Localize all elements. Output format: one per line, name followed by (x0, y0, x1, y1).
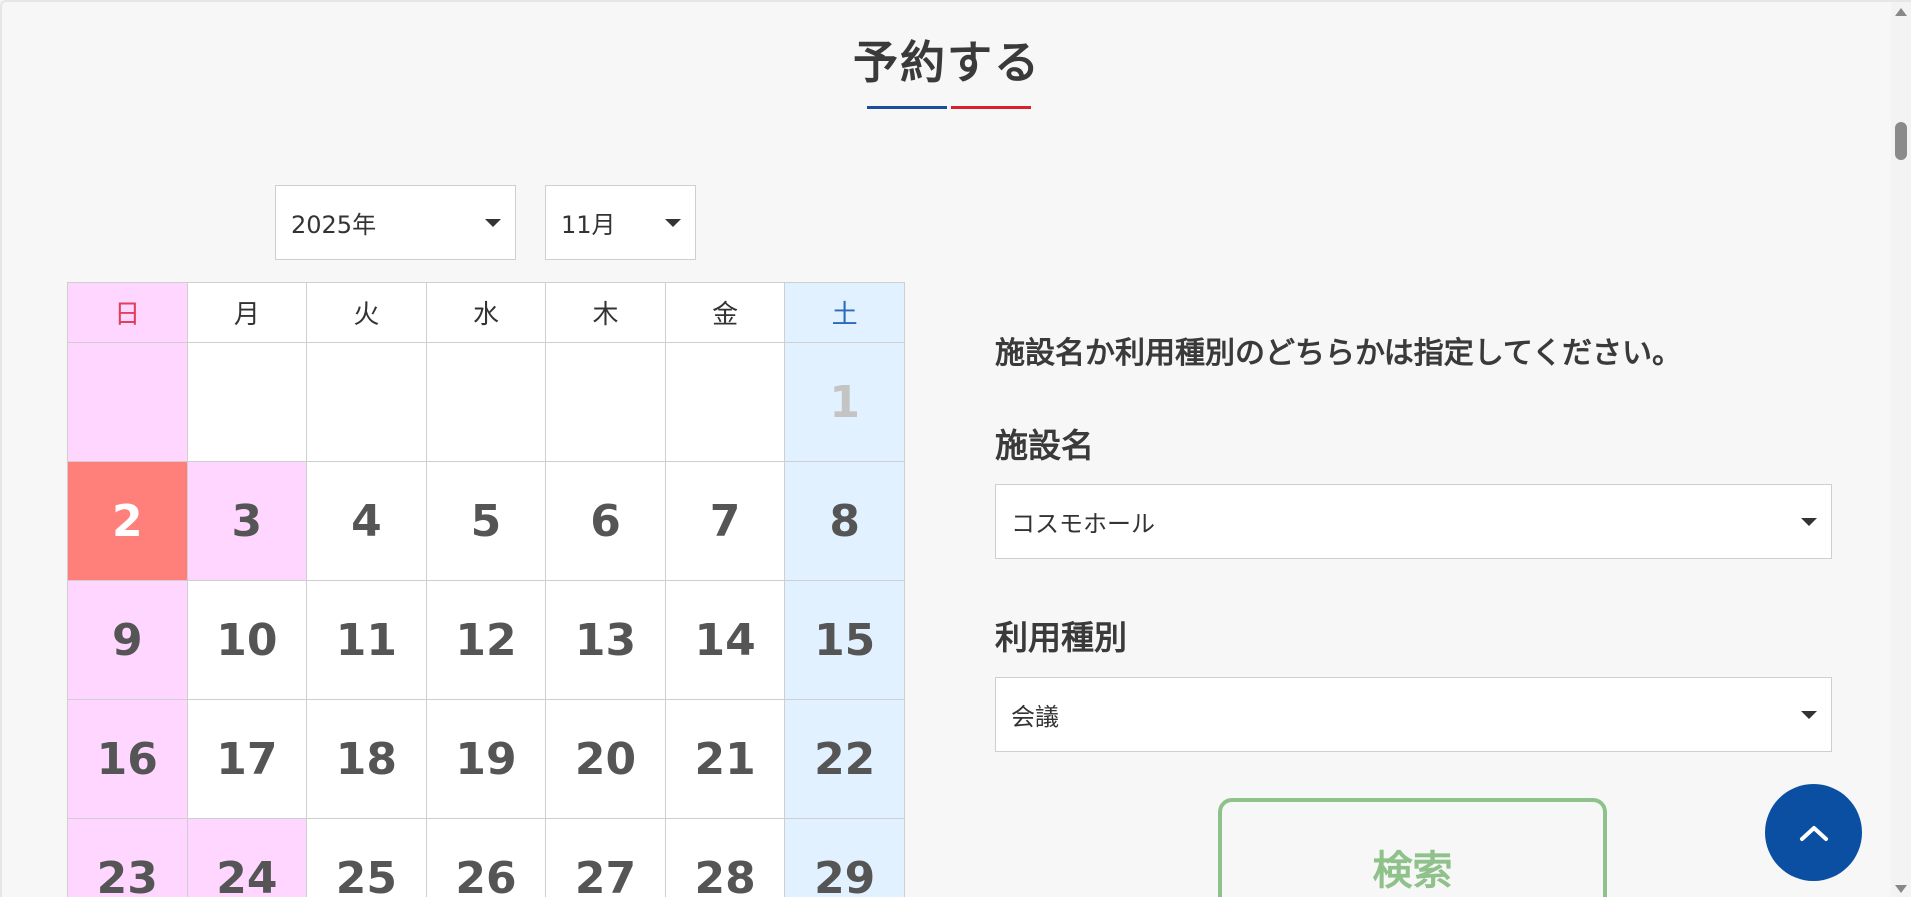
scrollbar-thumb[interactable] (1895, 122, 1907, 160)
calendar-day[interactable]: 25 (306, 818, 427, 897)
calendar-day (67, 342, 188, 462)
scroll-up-icon[interactable] (1895, 8, 1907, 16)
usage-select-value: 会議 (1011, 703, 1059, 731)
calendar-day[interactable]: 5 (425, 461, 547, 581)
search-note: 施設名か利用種別のどちらかは指定してください。 (995, 336, 1682, 371)
weekday-header: 火 (306, 282, 427, 343)
month-select[interactable]: 11月 (545, 185, 696, 260)
calendar-day[interactable]: 26 (425, 818, 547, 897)
year-select[interactable]: 2025年 (275, 185, 516, 260)
calendar-day[interactable]: 29 (784, 818, 905, 897)
back-to-top-button[interactable] (1765, 784, 1862, 881)
calendar-day[interactable]: 14 (664, 580, 786, 700)
title-underline (867, 106, 1033, 110)
weekday-header: 月 (186, 282, 308, 343)
calendar-week: 16 17 18 19 20 21 22 (67, 699, 905, 819)
scroll-down-icon[interactable] (1895, 885, 1907, 893)
page-title: 予約する (852, 36, 1041, 89)
chevron-up-icon (1799, 825, 1828, 841)
calendar-day[interactable]: 15 (784, 580, 905, 700)
calendar-day (664, 342, 786, 462)
calendar-week: 1 (67, 342, 905, 462)
year-select-value: 2025年 (291, 211, 377, 239)
underline-blue (867, 106, 947, 109)
calendar-day (306, 342, 427, 462)
calendar-day[interactable]: 18 (306, 699, 427, 819)
calendar-day[interactable]: 23 (67, 818, 188, 897)
caret-down-icon (1801, 517, 1817, 526)
calendar-day[interactable]: 24 (186, 818, 308, 897)
calendar-day (545, 342, 666, 462)
weekday-header: 木 (545, 282, 666, 343)
calendar-day: 1 (784, 342, 905, 462)
calendar-week: 9 10 11 12 13 14 15 (67, 580, 905, 700)
weekday-header: 日 (67, 282, 188, 343)
month-select-value: 11月 (561, 211, 616, 239)
calendar-week: 23 24 25 26 27 28 29 (67, 818, 905, 897)
calendar-day[interactable]: 28 (664, 818, 786, 897)
calendar-day[interactable]: 17 (186, 699, 308, 819)
vertical-scrollbar[interactable] (1891, 2, 1911, 897)
facility-select-value: コスモホール (1011, 510, 1155, 538)
calendar-day[interactable]: 13 (545, 580, 666, 700)
calendar-day[interactable]: 22 (784, 699, 905, 819)
calendar-day[interactable]: 21 (664, 699, 786, 819)
weekday-header: 金 (664, 282, 786, 343)
facility-label: 施設名 (995, 426, 1094, 465)
calendar-day[interactable]: 16 (67, 699, 188, 819)
calendar-day[interactable]: 3 (186, 461, 308, 581)
usage-select[interactable]: 会議 (995, 677, 1832, 752)
underline-red (951, 106, 1031, 109)
calendar-day-selected[interactable]: 2 (67, 461, 188, 581)
calendar-day[interactable]: 7 (664, 461, 786, 581)
weekday-header: 土 (784, 282, 905, 343)
calendar-day[interactable]: 10 (186, 580, 308, 700)
calendar-day[interactable]: 20 (545, 699, 666, 819)
search-button-label: 検索 (1372, 848, 1453, 894)
calendar-day[interactable]: 12 (425, 580, 547, 700)
calendar-day[interactable]: 27 (545, 818, 666, 897)
calendar-day[interactable]: 11 (306, 580, 427, 700)
weekday-header-row: 日 月 火 水 木 金 土 (67, 282, 905, 343)
page: 予約する 2025年 11月 日 月 火 水 木 金 土 1 2 3 4 5 6… (0, 0, 1911, 897)
search-button[interactable]: 検索 (1218, 798, 1607, 897)
calendar-day (425, 342, 547, 462)
caret-down-icon (485, 218, 501, 227)
calendar-day[interactable]: 8 (784, 461, 905, 581)
calendar-day[interactable]: 6 (545, 461, 666, 581)
calendar-week: 2 3 4 5 6 7 8 (67, 461, 905, 581)
usage-label: 利用種別 (995, 618, 1127, 657)
caret-down-icon (1801, 710, 1817, 719)
facility-select[interactable]: コスモホール (995, 484, 1832, 559)
calendar-day[interactable]: 9 (67, 580, 188, 700)
calendar-day[interactable]: 19 (425, 699, 547, 819)
calendar-day (186, 342, 308, 462)
calendar-day[interactable]: 4 (306, 461, 427, 581)
caret-down-icon (665, 218, 681, 227)
weekday-header: 水 (425, 282, 547, 343)
calendar: 日 月 火 水 木 金 土 1 2 3 4 5 6 7 8 9 10 11 12… (67, 282, 905, 897)
